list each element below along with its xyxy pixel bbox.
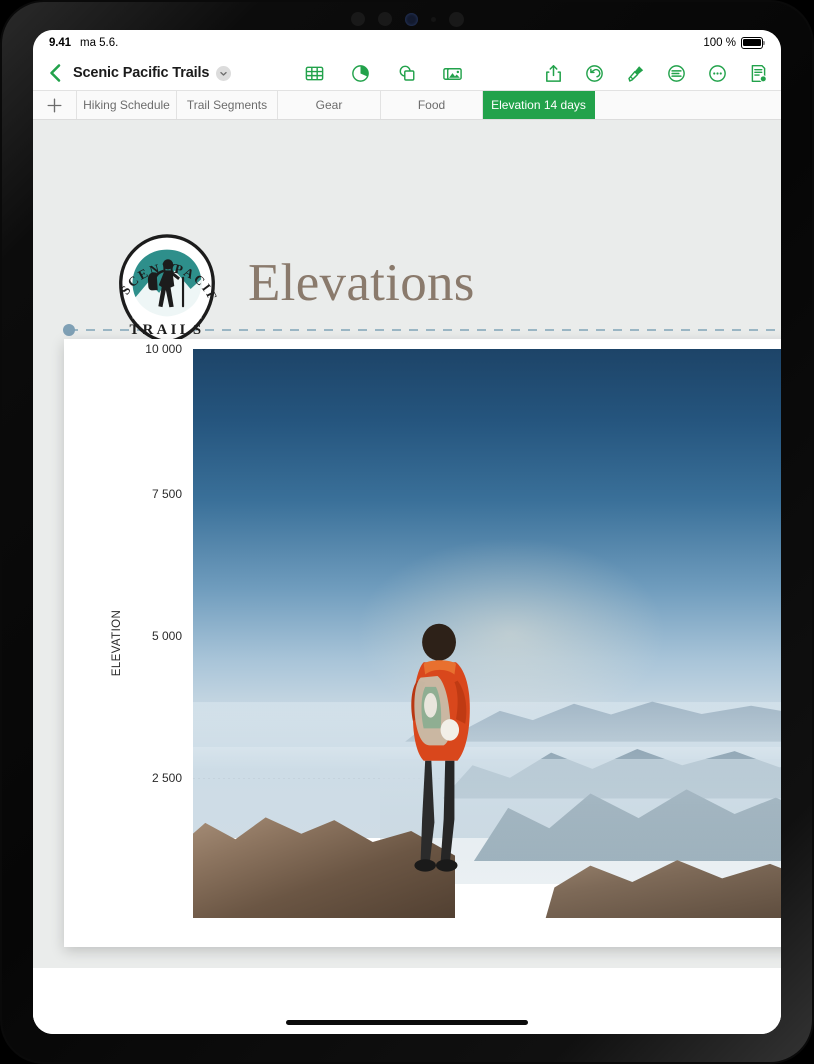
sensor-dot — [377, 12, 392, 26]
scenic-pacific-trails-logo[interactable]: SCENIC PACIFIC TRAILS — [102, 218, 226, 348]
add-sheet-button[interactable] — [33, 91, 77, 119]
sheet-tab-hiking-schedule[interactable]: Hiking Schedule — [77, 91, 177, 119]
document-canvas[interactable]: SCENIC PACIFIC TRAILS Elevations ELEVATI… — [33, 120, 781, 1034]
page-title[interactable]: Elevations — [248, 257, 475, 310]
svg-text:TRAILS: TRAILS — [130, 322, 205, 338]
sensor-dot — [448, 11, 464, 27]
status-bar-right: 100 % — [703, 37, 765, 49]
elevation-chart[interactable]: ELEVATION 10 000 7 500 5 000 2 500 — [64, 339, 781, 947]
battery-icon — [741, 37, 765, 49]
front-camera-icon — [404, 12, 418, 26]
sensor-dot — [350, 12, 365, 26]
insert-shape-button[interactable] — [395, 62, 417, 84]
undo-button[interactable] — [583, 62, 605, 84]
screen: 9.41 ma 5.6. 100 % Scenic Pacific Trails — [33, 30, 781, 1034]
y-axis-title: ELEVATION — [111, 609, 124, 677]
sheet-tab-bar: Hiking Schedule Trail Segments Gear Food… — [33, 90, 781, 120]
document-title[interactable]: Scenic Pacific Trails — [73, 65, 209, 81]
document-setup-button[interactable] — [747, 62, 769, 84]
insert-tool-group — [303, 62, 463, 84]
sheet-tab-elevation-14-days[interactable]: Elevation 14 days — [483, 91, 595, 119]
y-tick-label: 7 500 — [151, 487, 182, 501]
guide-handle[interactable] — [63, 324, 75, 336]
plus-icon — [47, 98, 62, 112]
chevron-down-icon[interactable] — [216, 65, 232, 81]
status-bar-left: 9.41 ma 5.6. — [49, 37, 118, 49]
more-options-button[interactable] — [706, 62, 728, 84]
ipad-device: 9.41 ma 5.6. 100 % Scenic Pacific Trails — [0, 0, 814, 1064]
status-time: 9.41 — [49, 37, 71, 49]
action-tool-group — [542, 62, 769, 84]
toolbar: Scenic Pacific Trails — [33, 56, 781, 90]
chart-plot-area[interactable] — [193, 349, 781, 918]
hiker-mountain-photo — [193, 349, 781, 918]
text-format-button[interactable] — [665, 62, 687, 84]
share-button[interactable] — [542, 62, 564, 84]
hiker-figure — [411, 624, 471, 872]
front-sensor-array — [332, 11, 482, 27]
sheet-tab-trail-segments[interactable]: Trail Segments — [177, 91, 278, 119]
status-bar: 9.41 ma 5.6. 100 % — [33, 30, 781, 56]
sheet-tab-gear[interactable]: Gear — [278, 91, 381, 119]
battery-percent-label: 100 % — [703, 37, 736, 49]
insert-chart-button[interactable] — [349, 62, 371, 84]
insert-media-button[interactable] — [441, 62, 463, 84]
y-tick-label: 2 500 — [151, 771, 182, 785]
sensor-dot — [430, 16, 436, 22]
sheet-tab-food[interactable]: Food — [381, 91, 483, 119]
back-button[interactable] — [45, 62, 65, 84]
status-date: ma 5.6. — [79, 37, 119, 49]
format-brush-button[interactable] — [624, 62, 646, 84]
insert-table-button[interactable] — [303, 62, 325, 84]
y-tick-label: 10 000 — [145, 342, 182, 356]
y-tick-label: 5 000 — [151, 629, 182, 643]
home-indicator[interactable] — [286, 1020, 528, 1025]
